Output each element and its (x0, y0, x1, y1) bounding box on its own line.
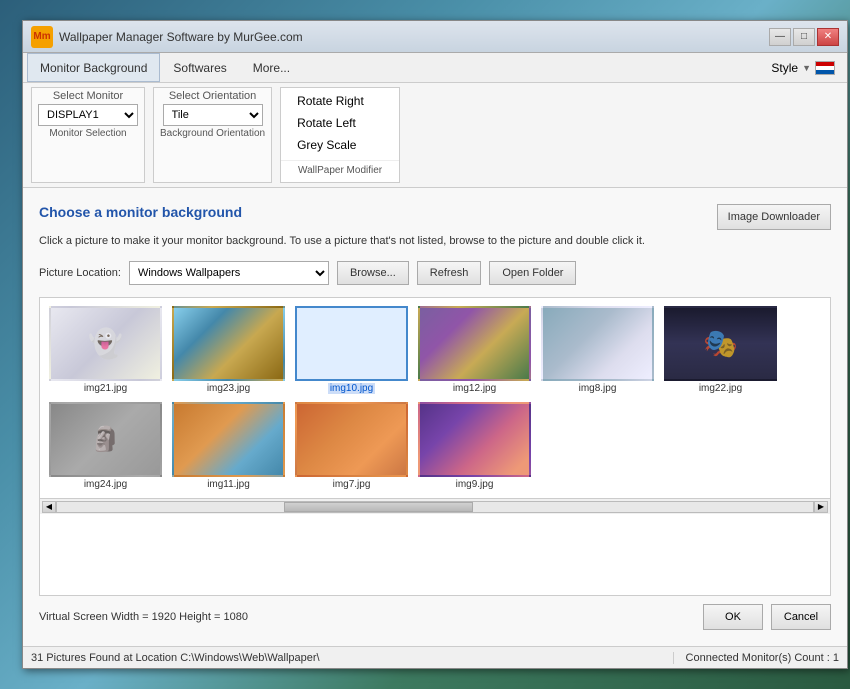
scroll-left-arrow[interactable]: ◀ (42, 501, 56, 513)
list-item[interactable]: img8.jpg (540, 306, 655, 394)
list-item[interactable]: img11.jpg (171, 402, 286, 490)
image-label-img21: img21.jpg (84, 383, 127, 394)
select-monitor-label: Select Monitor (53, 90, 123, 102)
image-thumbnail-img21[interactable] (49, 306, 162, 381)
image-thumbnail-img7[interactable] (295, 402, 408, 477)
virtual-screen-info: Virtual Screen Width = 1920 Height = 108… (39, 611, 695, 623)
image-thumbnail-img12[interactable] (418, 306, 531, 381)
scroll-right-arrow[interactable]: ▶ (814, 501, 828, 513)
wallpaper-modifier-menu: Rotate Right Rotate Left Grey Scale Wall… (280, 87, 400, 183)
image-label-img11: img11.jpg (207, 479, 250, 490)
image-label-img24: img24.jpg (84, 479, 127, 490)
chevron-down-icon[interactable]: ▼ (802, 63, 811, 73)
image-thumbnail-img22[interactable] (664, 306, 777, 381)
image-label-img8: img8.jpg (579, 383, 617, 394)
image-thumbnail-img10[interactable] (295, 306, 408, 381)
scroll-thumb[interactable] (284, 502, 473, 512)
menu-style: Style ▼ (763, 53, 843, 82)
list-item[interactable]: img24.jpg (48, 402, 163, 490)
toolbar: Select Monitor DISPLAY1 Monitor Selectio… (23, 83, 847, 188)
wallpaper-modifier-label: WallPaper Modifier (281, 160, 399, 180)
list-item[interactable]: img22.jpg (663, 306, 778, 394)
image-downloader-button[interactable]: Image Downloader (717, 204, 831, 230)
menu-item-monitor-background[interactable]: Monitor Background (27, 53, 160, 82)
main-window: Mm Wallpaper Manager Software by MurGee.… (22, 20, 848, 669)
close-button[interactable]: ✕ (817, 28, 839, 46)
picture-location-select[interactable]: Windows Wallpapers (129, 261, 329, 285)
image-label-img10: img10.jpg (328, 383, 375, 394)
monitor-selection-label: Monitor Selection (49, 128, 126, 139)
image-grid-container[interactable]: img21.jpg img23.jpg img10.jpg img12.jpg … (39, 297, 831, 596)
status-bar: 31 Pictures Found at Location C:\Windows… (23, 646, 847, 668)
ok-button[interactable]: OK (703, 604, 763, 630)
image-thumbnail-img23[interactable] (172, 306, 285, 381)
title-bar: Mm Wallpaper Manager Software by MurGee.… (23, 21, 847, 53)
monitor-select[interactable]: DISPLAY1 (38, 104, 138, 126)
list-item[interactable]: img7.jpg (294, 402, 409, 490)
background-orientation-label: Background Orientation (160, 128, 265, 139)
menu-item-softwares[interactable]: Softwares (160, 53, 239, 82)
picture-location-label: Picture Location: (39, 267, 121, 279)
cancel-button[interactable]: Cancel (771, 604, 831, 630)
window-title: Wallpaper Manager Software by MurGee.com (59, 30, 303, 44)
app-icon: Mm (31, 26, 53, 48)
scroll-track[interactable] (56, 501, 814, 513)
horizontal-scrollbar[interactable]: ◀ ▶ (40, 498, 830, 514)
menu-item-more[interactable]: More... (240, 53, 303, 82)
refresh-button[interactable]: Refresh (417, 261, 482, 285)
status-right: Connected Monitor(s) Count : 1 (673, 652, 839, 664)
image-label-img9: img9.jpg (456, 479, 494, 490)
list-item[interactable]: img10.jpg (294, 306, 409, 394)
status-left: 31 Pictures Found at Location C:\Windows… (31, 652, 673, 664)
footer-row: Virtual Screen Width = 1920 Height = 108… (39, 596, 831, 630)
minimize-button[interactable]: — (769, 28, 791, 46)
flag-icon (815, 61, 835, 75)
instruction-text: Click a picture to make it your monitor … (39, 234, 831, 249)
image-thumbnail-img8[interactable] (541, 306, 654, 381)
image-thumbnail-img11[interactable] (172, 402, 285, 477)
list-item[interactable]: img9.jpg (417, 402, 532, 490)
open-folder-button[interactable]: Open Folder (489, 261, 576, 285)
image-label-img7: img7.jpg (333, 479, 371, 490)
image-grid: img21.jpg img23.jpg img10.jpg img12.jpg … (40, 298, 830, 498)
select-orientation-label: Select Orientation (169, 90, 256, 102)
main-content: Choose a monitor background Image Downlo… (23, 188, 847, 646)
style-label: Style (771, 61, 798, 75)
menu-bar: Monitor Background Softwares More... Sty… (23, 53, 847, 83)
image-label-img12: img12.jpg (453, 383, 496, 394)
image-label-img23: img23.jpg (207, 383, 250, 394)
title-bar-left: Mm Wallpaper Manager Software by MurGee.… (31, 26, 303, 48)
title-bar-controls: — □ ✕ (769, 28, 839, 46)
rotate-left-item[interactable]: Rotate Left (281, 112, 399, 134)
rotate-right-item[interactable]: Rotate Right (281, 90, 399, 112)
image-label-img22: img22.jpg (699, 383, 742, 394)
section-title: Choose a monitor background (39, 204, 242, 220)
orientation-select[interactable]: Tile Stretch Center Fit Fill (163, 104, 263, 126)
list-item[interactable]: img21.jpg (48, 306, 163, 394)
image-thumbnail-img9[interactable] (418, 402, 531, 477)
grey-scale-item[interactable]: Grey Scale (281, 134, 399, 156)
list-item[interactable]: img12.jpg (417, 306, 532, 394)
list-item[interactable]: img23.jpg (171, 306, 286, 394)
browse-button[interactable]: Browse... (337, 261, 409, 285)
picture-location-row: Picture Location: Windows Wallpapers Bro… (39, 261, 831, 285)
image-thumbnail-img24[interactable] (49, 402, 162, 477)
maximize-button[interactable]: □ (793, 28, 815, 46)
